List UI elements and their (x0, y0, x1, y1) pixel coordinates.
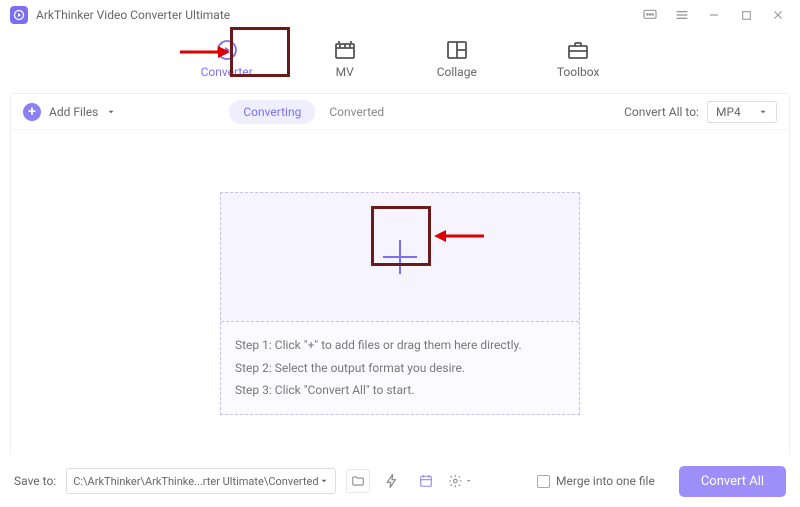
main-panel: + Add Files Converting Converted Convert… (10, 93, 790, 478)
tab-toolbox[interactable]: Toolbox (547, 34, 610, 83)
tab-converter[interactable]: Converter (191, 34, 263, 83)
toolbox-icon (566, 38, 590, 62)
step-3: Step 3: Click "Convert All" to start. (235, 379, 565, 402)
save-to-label: Save to: (14, 474, 56, 488)
main-tabs: Converter MV Collage Toolbox (0, 30, 800, 93)
sub-toolbar: + Add Files Converting Converted Convert… (11, 94, 789, 130)
drop-zone[interactable]: Step 1: Click "+" to add files or drag t… (220, 192, 580, 415)
tab-label: Collage (437, 65, 477, 79)
collage-icon (445, 38, 469, 62)
settings-button[interactable] (448, 469, 472, 493)
footer: Save to: C:\ArkThinker\ArkThinke...rter … (0, 455, 800, 507)
minimize-button[interactable] (702, 3, 726, 27)
chevron-down-icon (465, 477, 472, 485)
mv-icon (333, 38, 357, 62)
step-1: Step 1: Click "+" to add files or drag t… (235, 334, 565, 357)
converter-icon (215, 38, 239, 62)
tab-collage[interactable]: Collage (427, 34, 487, 83)
convert-all-to-label: Convert All to: (624, 105, 699, 119)
app-logo (10, 6, 28, 24)
close-button[interactable] (766, 3, 790, 27)
save-path-value: C:\ArkThinker\ArkThinke...rter Ultimate\… (73, 475, 319, 488)
feedback-icon[interactable] (638, 3, 662, 27)
open-folder-button[interactable] (346, 469, 370, 493)
status-segment: Converting Converted (229, 100, 398, 124)
merge-checkbox[interactable] (537, 475, 550, 488)
tab-mv[interactable]: MV (323, 34, 367, 83)
maximize-button[interactable] (734, 3, 758, 27)
segment-converting[interactable]: Converting (229, 100, 315, 124)
merge-option[interactable]: Merge into one file (537, 474, 655, 488)
convert-all-button[interactable]: Convert All (679, 466, 786, 497)
gpu-toggle-button[interactable] (380, 469, 404, 493)
add-files-plus[interactable] (377, 234, 423, 280)
menu-icon[interactable] (670, 3, 694, 27)
tab-label: MV (336, 65, 354, 79)
add-files-button[interactable]: + Add Files (23, 103, 116, 121)
convert-all-to: Convert All to: MP4 (624, 101, 777, 123)
task-schedule-button[interactable] (414, 469, 438, 493)
format-value: MP4 (716, 105, 741, 119)
chevron-down-icon (319, 476, 329, 486)
output-format-select[interactable]: MP4 (707, 101, 777, 123)
save-path-select[interactable]: C:\ArkThinker\ArkThinke...rter Ultimate\… (66, 468, 336, 494)
title-bar: ArkThinker Video Converter Ultimate (0, 0, 800, 30)
instructions: Step 1: Click "+" to add files or drag t… (221, 321, 579, 414)
segment-converted[interactable]: Converted (315, 100, 398, 124)
plus-icon: + (23, 103, 41, 121)
drop-area: Step 1: Click "+" to add files or drag t… (11, 130, 789, 477)
app-title: ArkThinker Video Converter Ultimate (36, 8, 230, 22)
chevron-down-icon (758, 107, 768, 117)
tab-label: Converter (201, 65, 253, 79)
merge-label: Merge into one file (556, 474, 655, 488)
tab-label: Toolbox (557, 65, 600, 79)
drop-zone-top (221, 193, 579, 321)
chevron-down-icon (106, 107, 116, 117)
add-files-label: Add Files (49, 105, 98, 119)
step-2: Step 2: Select the output format you des… (235, 357, 565, 380)
